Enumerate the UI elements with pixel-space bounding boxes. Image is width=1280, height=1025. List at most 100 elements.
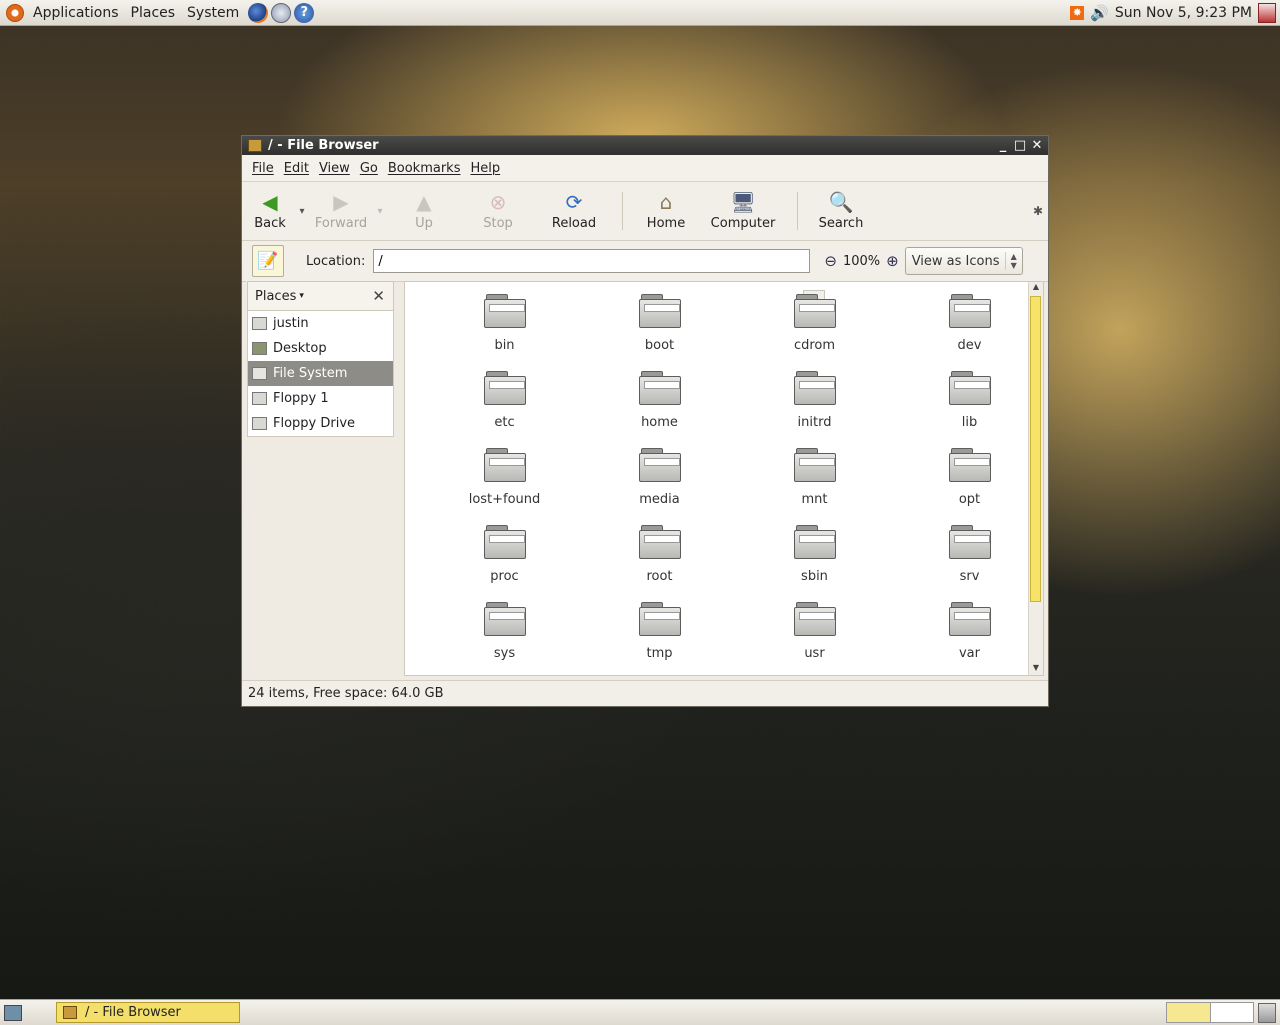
file-item[interactable]: opt xyxy=(892,446,1047,523)
notepad-icon: 📝 xyxy=(257,251,279,271)
file-label: srv xyxy=(959,569,980,584)
minimize-button[interactable]: _ xyxy=(996,139,1010,153)
forward-button[interactable]: ▶ Forward xyxy=(310,182,372,240)
file-item[interactable]: media xyxy=(582,446,737,523)
reload-icon: ⟳ xyxy=(565,190,583,214)
firefox-icon[interactable] xyxy=(248,2,269,23)
location-edit-toggle[interactable]: 📝 xyxy=(252,245,284,277)
folder-icon xyxy=(638,369,681,407)
sidebar-item-desktop[interactable]: Desktop xyxy=(248,336,393,361)
file-item[interactable]: bin xyxy=(427,292,582,369)
file-item[interactable]: usr xyxy=(737,600,892,677)
stop-label: Stop xyxy=(483,216,513,231)
back-button[interactable]: ◀ Back xyxy=(246,182,294,240)
file-item[interactable]: tmp xyxy=(582,600,737,677)
back-history-dropdown[interactable]: ▾ xyxy=(294,182,310,240)
home-button[interactable]: ⌂ Home xyxy=(633,182,699,240)
zoom-level[interactable]: 100% xyxy=(843,254,880,269)
ubuntu-logo-icon[interactable] xyxy=(6,3,24,22)
update-notifier-icon[interactable]: ✸ xyxy=(1070,5,1085,20)
vertical-scrollbar[interactable]: ▲ ▼ xyxy=(1028,282,1043,675)
places-menu[interactable]: Places xyxy=(125,5,182,21)
sidebar-item-label: Desktop xyxy=(273,341,327,356)
sidebar-item-floppy-1[interactable]: Floppy 1 xyxy=(248,386,393,411)
forward-history-dropdown[interactable]: ▾ xyxy=(372,182,388,240)
home-folder-icon xyxy=(252,317,267,330)
file-label: sbin xyxy=(801,569,828,584)
help-icon[interactable]: ? xyxy=(294,2,315,23)
sidebar-splitter[interactable] xyxy=(394,281,402,676)
zoom-out-icon[interactable]: ⊖ xyxy=(824,252,837,270)
file-item[interactable]: dev xyxy=(892,292,1047,369)
sidebar-item-label: Floppy 1 xyxy=(273,391,329,406)
folder-icon xyxy=(638,523,681,561)
file-item[interactable]: lost+found xyxy=(427,446,582,523)
applications-menu[interactable]: Applications xyxy=(27,5,125,21)
file-item[interactable]: home xyxy=(582,369,737,446)
file-item[interactable]: sbin xyxy=(737,523,892,600)
file-item[interactable]: etc xyxy=(427,369,582,446)
logout-icon[interactable] xyxy=(1258,2,1276,23)
volume-icon[interactable]: 🔊 xyxy=(1090,4,1109,22)
file-label: sys xyxy=(493,646,516,661)
file-item[interactable]: sys xyxy=(427,600,582,677)
file-label: cdrom xyxy=(793,338,836,353)
up-button[interactable]: ▲ Up xyxy=(388,182,460,240)
close-icon[interactable]: ✕ xyxy=(372,287,385,305)
stop-button[interactable]: ⊗ Stop xyxy=(460,182,536,240)
file-item[interactable]: proc xyxy=(427,523,582,600)
workspace-1[interactable] xyxy=(1167,1003,1211,1022)
reload-label: Reload xyxy=(551,216,597,231)
search-label: Search xyxy=(818,216,864,231)
computer-button[interactable]: 🖥 Computer xyxy=(699,182,787,240)
sidebar-item-label: Floppy Drive xyxy=(273,416,356,431)
forward-arrow-icon: ▶ xyxy=(333,190,349,214)
content-area: Places ▾ ✕ justin Desktop File System Fl… xyxy=(246,281,1044,676)
file-item[interactable]: boot xyxy=(582,292,737,369)
scroll-up-icon[interactable]: ▲ xyxy=(1029,282,1043,294)
zoom-in-icon[interactable]: ⊕ xyxy=(886,252,899,270)
reload-button[interactable]: ⟳ Reload xyxy=(536,182,612,240)
file-item[interactable]: mnt xyxy=(737,446,892,523)
close-button[interactable]: ✕ xyxy=(1030,139,1044,153)
show-desktop-icon[interactable] xyxy=(4,1004,22,1021)
file-item[interactable]: lib xyxy=(892,369,1047,446)
maximize-button[interactable]: □ xyxy=(1013,139,1027,153)
menu-file[interactable]: File xyxy=(248,161,280,176)
menu-bookmarks[interactable]: Bookmarks xyxy=(384,161,467,176)
file-item[interactable]: root xyxy=(582,523,737,600)
menu-view[interactable]: View xyxy=(315,161,356,176)
system-menu[interactable]: System xyxy=(181,5,245,21)
file-item[interactable]: var xyxy=(892,600,1047,677)
clock[interactable]: Sun Nov 5, 9:23 PM xyxy=(1115,5,1252,21)
chevron-down-icon: ▾ xyxy=(299,291,304,301)
location-bar: 📝 Location: ⊖ 100% ⊕ View as Icons ▲▼ xyxy=(242,241,1048,282)
file-item[interactable]: srv xyxy=(892,523,1047,600)
scrollbar-thumb[interactable] xyxy=(1030,296,1041,602)
file-item[interactable]: initrd xyxy=(737,369,892,446)
view-mode-select[interactable]: View as Icons ▲ ▼ xyxy=(904,247,1023,275)
sidebar-item-file-system[interactable]: File System xyxy=(248,361,393,386)
menu-help[interactable]: Help xyxy=(466,161,506,176)
scroll-down-icon[interactable]: ▼ xyxy=(1029,663,1043,675)
mail-icon[interactable] xyxy=(271,2,292,23)
icon-view[interactable]: ↷ binbootcdromdevetchomeinitrdliblost+fo… xyxy=(404,281,1044,676)
search-button[interactable]: 🔍 Search xyxy=(808,182,874,240)
workspace-switcher[interactable] xyxy=(1166,1002,1254,1023)
workspace-2[interactable] xyxy=(1211,1003,1254,1022)
menu-go[interactable]: Go xyxy=(356,161,384,176)
trash-icon[interactable] xyxy=(1258,1002,1276,1023)
folder-icon xyxy=(793,446,836,484)
spin-arrows-icon: ▲ ▼ xyxy=(1004,252,1022,270)
sidebar-header[interactable]: Places ▾ ✕ xyxy=(247,281,394,311)
file-item[interactable]: cdrom xyxy=(737,292,892,369)
taskbar-file-browser[interactable]: / - File Browser xyxy=(56,1002,240,1023)
menu-edit[interactable]: Edit xyxy=(280,161,315,176)
titlebar[interactable]: / - File Browser _ □ ✕ xyxy=(242,136,1048,155)
sidebar-item-floppy-drive[interactable]: Floppy Drive xyxy=(248,411,393,436)
location-input[interactable] xyxy=(373,249,811,273)
folder-icon xyxy=(638,292,681,330)
sidebar-item-justin[interactable]: justin xyxy=(248,311,393,336)
file-label: initrd xyxy=(797,415,832,430)
sidebar-type-label: Places xyxy=(255,288,297,304)
